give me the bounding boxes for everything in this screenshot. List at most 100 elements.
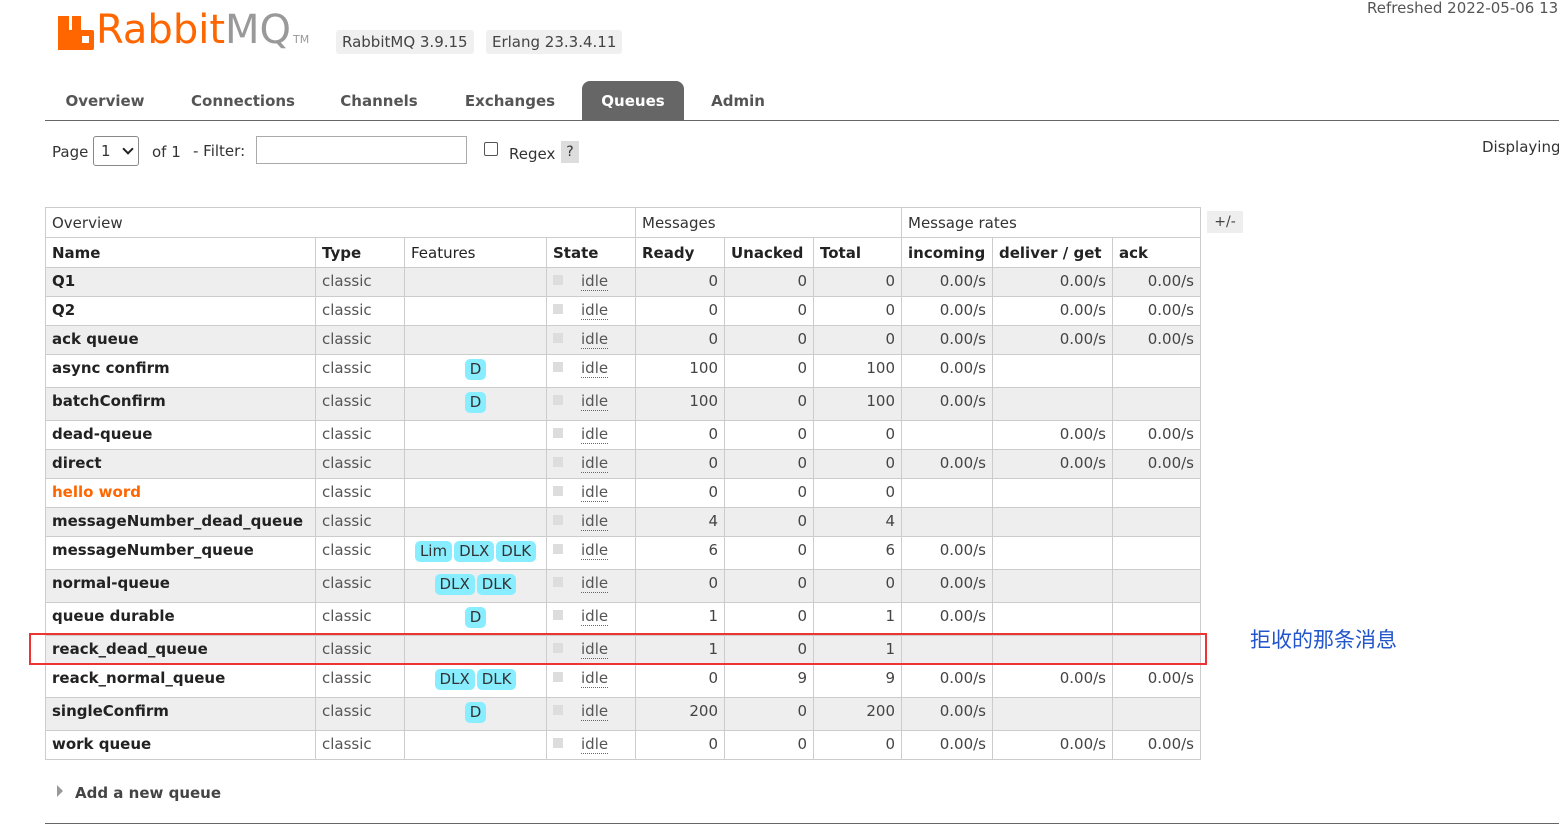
queue-name-link[interactable]: dead-queue — [45, 420, 316, 450]
feature-tag[interactable]: D — [464, 359, 487, 380]
queue-name-link[interactable]: direct — [45, 449, 316, 479]
state-label[interactable]: idle — [581, 425, 609, 444]
feature-tag[interactable]: Lim — [414, 541, 453, 562]
feature-tag[interactable]: D — [464, 392, 487, 413]
queue-type: classic — [315, 449, 405, 479]
rate-incoming: 0.00/s — [901, 325, 993, 355]
state-label[interactable]: idle — [581, 454, 609, 473]
table-row: async confirm classic Didle 100 0 100 0.00/s — [45, 354, 1201, 388]
logo-tm: TM — [293, 33, 310, 46]
messages-total: 100 — [813, 354, 902, 388]
messages-total: 9 — [813, 664, 902, 698]
feature-tag[interactable]: D — [464, 702, 487, 723]
state-label[interactable]: idle — [581, 330, 609, 349]
table-row: singleConfirm classic Didle 200 0 200 0.00/s — [45, 697, 1201, 731]
rate-ack: 0.00/s — [1112, 325, 1201, 355]
table-row: hello word classic idle 0 0 0 — [45, 478, 1201, 508]
column-header-incoming[interactable]: incoming — [901, 237, 993, 268]
feature-tag[interactable]: DLK — [496, 541, 537, 562]
queue-state: idle — [546, 664, 636, 698]
state-label[interactable]: idle — [581, 392, 609, 411]
queue-name-link[interactable]: Q2 — [45, 296, 316, 326]
column-header-ready[interactable]: Ready — [635, 237, 725, 268]
tab-channels[interactable]: Channels — [325, 81, 433, 120]
messages-unacked: 0 — [724, 449, 814, 479]
queue-features: DLX DLK — [404, 664, 547, 698]
queue-name-link[interactable]: Q1 — [45, 267, 316, 297]
logo-text-rabbit: Rabbit — [96, 7, 226, 53]
section-divider — [45, 823, 1559, 824]
tab-overview[interactable]: Overview — [45, 81, 165, 120]
feature-tag[interactable]: DLX — [434, 574, 475, 595]
rate-deliver-get: 0.00/s — [992, 296, 1113, 326]
state-indicator-icon — [553, 544, 563, 554]
queue-state: idle — [546, 354, 636, 388]
column-header-type[interactable]: Type — [315, 237, 405, 268]
column-header-total[interactable]: Total — [813, 237, 902, 268]
tab-connections[interactable]: Connections — [175, 81, 311, 120]
column-header-name[interactable]: Name — [45, 237, 316, 268]
add-new-queue-toggle[interactable]: Add a new queue — [57, 784, 221, 802]
feature-tag[interactable]: DLX — [454, 541, 495, 562]
rate-incoming — [901, 420, 993, 450]
column-header-state[interactable]: State — [546, 237, 636, 268]
queue-state: idle — [546, 296, 636, 326]
rate-deliver-get: 0.00/s — [992, 664, 1113, 698]
refreshed-timestamp[interactable]: Refreshed 2022-05-06 13 — [1367, 0, 1559, 17]
rabbitmq-logo[interactable]: Rabbit MQ TM — [58, 8, 309, 50]
table-row: reack_normal_queue classic DLX DLK idle 0 9 9 0.… — [45, 664, 1201, 698]
tab-queues[interactable]: Queues — [582, 81, 684, 120]
queue-state: idle — [546, 697, 636, 731]
state-label[interactable]: idle — [581, 359, 609, 378]
column-header-ack[interactable]: ack — [1112, 237, 1201, 268]
state-label[interactable]: idle — [581, 702, 609, 721]
queue-name-link[interactable]: hello word — [45, 478, 316, 508]
messages-total: 6 — [813, 536, 902, 570]
queue-name-link[interactable]: queue durable — [45, 602, 316, 636]
state-label[interactable]: idle — [581, 272, 609, 291]
queue-name-link[interactable]: batchConfirm — [45, 387, 316, 421]
table-row: work queue classic idle 0 0 0 0.00/s 0.00/s 0.00… — [45, 730, 1201, 760]
queue-state: idle — [546, 420, 636, 450]
column-toggle-button[interactable]: +/- — [1207, 211, 1243, 233]
queue-state: idle — [546, 507, 636, 537]
state-indicator-icon — [553, 672, 563, 682]
column-header-unacked[interactable]: Unacked — [724, 237, 814, 268]
rate-ack: 0.00/s — [1112, 730, 1201, 760]
queue-name-link[interactable]: messageNumber_queue — [45, 536, 316, 570]
messages-ready: 0 — [635, 664, 725, 698]
queue-name-link[interactable]: messageNumber_dead_queue — [45, 507, 316, 537]
rate-ack: 0.00/s — [1112, 420, 1201, 450]
state-label[interactable]: idle — [581, 301, 609, 320]
feature-tag[interactable]: D — [464, 607, 487, 628]
queue-name-link[interactable]: ack queue — [45, 325, 316, 355]
messages-unacked: 0 — [724, 420, 814, 450]
feature-tag[interactable]: DLX — [434, 669, 475, 690]
state-label[interactable]: idle — [581, 735, 609, 754]
state-label[interactable]: idle — [581, 669, 609, 688]
rate-ack: 0.00/s — [1112, 296, 1201, 326]
page-select[interactable]: 1 — [93, 136, 139, 166]
queue-name-link[interactable]: normal-queue — [45, 569, 316, 603]
queue-name-link[interactable]: work queue — [45, 730, 316, 760]
messages-unacked: 0 — [724, 478, 814, 508]
state-indicator-icon — [553, 428, 563, 438]
state-label[interactable]: idle — [581, 607, 609, 626]
filter-input[interactable] — [256, 136, 467, 164]
tab-admin[interactable]: Admin — [697, 81, 779, 120]
queue-name-link[interactable]: reack_normal_queue — [45, 664, 316, 698]
queue-name-link[interactable]: async confirm — [45, 354, 316, 388]
queue-name-link[interactable]: singleConfirm — [45, 697, 316, 731]
state-label[interactable]: idle — [581, 574, 609, 593]
column-header-deliver-get[interactable]: deliver / get — [992, 237, 1113, 268]
tab-exchanges[interactable]: Exchanges — [447, 81, 573, 120]
state-label[interactable]: idle — [581, 483, 609, 502]
regex-help-button[interactable]: ? — [561, 141, 579, 163]
rate-incoming: 0.00/s — [901, 730, 993, 760]
queue-features — [404, 325, 547, 355]
state-label[interactable]: idle — [581, 541, 609, 560]
regex-checkbox[interactable] — [484, 142, 498, 156]
state-label[interactable]: idle — [581, 512, 609, 531]
feature-tag[interactable]: DLK — [476, 669, 517, 690]
feature-tag[interactable]: DLK — [476, 574, 517, 595]
